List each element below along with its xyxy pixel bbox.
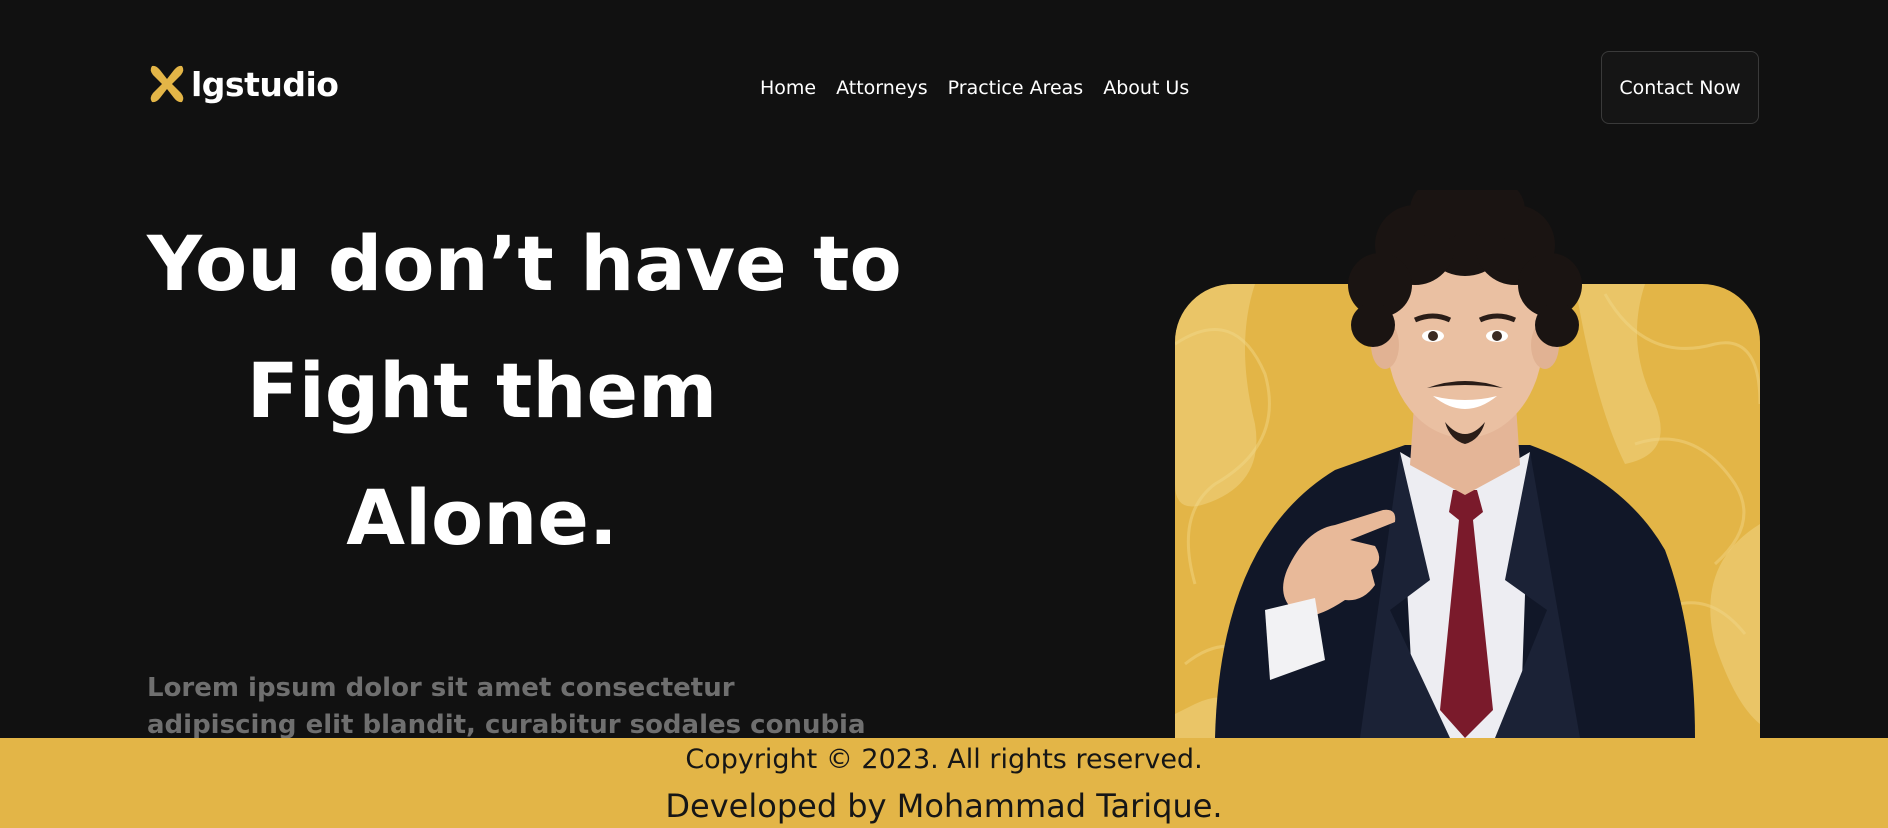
main-nav: Home Attorneys Practice Areas About Us xyxy=(760,77,1189,99)
hero-title-line: You don’t have to xyxy=(147,219,902,308)
hero-title: You don’t have to Fight them Alone. xyxy=(147,200,902,581)
hero-description: Lorem ipsum dolor sit amet consectetur a… xyxy=(147,670,866,744)
hero-title-line: Alone. xyxy=(346,473,618,562)
brand-name: lgstudio xyxy=(191,64,339,104)
contact-now-button[interactable]: Contact Now xyxy=(1601,51,1759,124)
site-footer: Copyright © 2023. All rights reserved. D… xyxy=(0,738,1888,828)
footer-developer-credit: Developed by Mohammad Tarique. xyxy=(665,787,1223,825)
nav-item-practice-areas[interactable]: Practice Areas xyxy=(948,77,1084,99)
hero-title-line: Fight them xyxy=(246,346,718,435)
nav-item-attorneys[interactable]: Attorneys xyxy=(836,77,928,99)
nav-item-about-us[interactable]: About Us xyxy=(1103,77,1189,99)
hero-description-line: adipiscing elit blandit, curabitur sodal… xyxy=(147,710,866,740)
footer-copyright: Copyright © 2023. All rights reserved. xyxy=(685,744,1203,775)
x-mark-icon xyxy=(150,65,184,103)
hero-description-line: Lorem ipsum dolor sit amet consectetur xyxy=(147,673,735,703)
landing-page: lgstudio Home Attorneys Practice Areas A… xyxy=(0,0,1888,828)
brand-logo[interactable]: lgstudio xyxy=(147,62,339,106)
nav-item-home[interactable]: Home xyxy=(760,77,816,99)
attorney-portrait-pointing-icon xyxy=(1215,190,1695,738)
